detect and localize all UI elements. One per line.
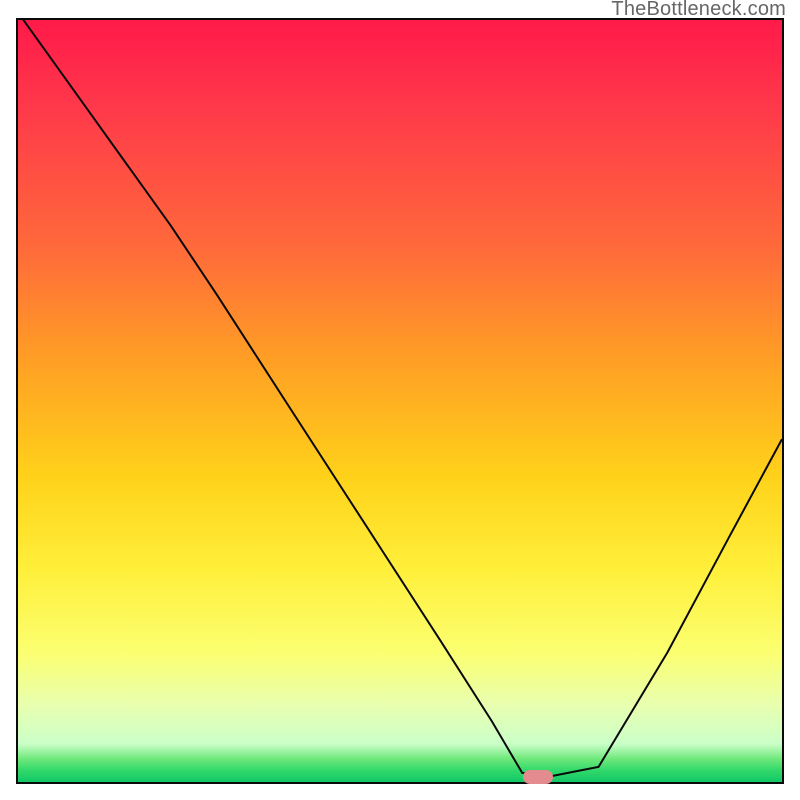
line-curve (18, 20, 782, 782)
chart-frame: { "watermark": "TheBottleneck.com", "mar… (0, 0, 800, 800)
plot-area (16, 18, 784, 784)
highlight-marker (523, 770, 553, 784)
